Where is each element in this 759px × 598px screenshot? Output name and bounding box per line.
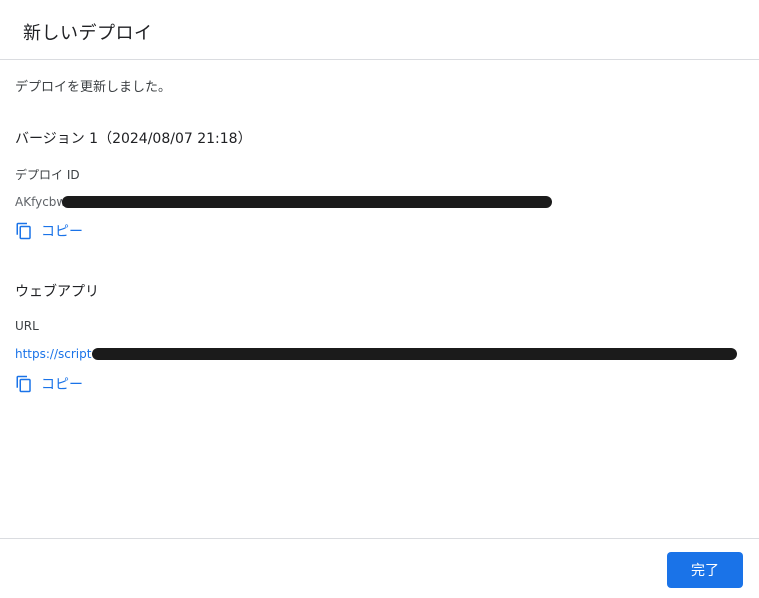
dialog-content: デプロイを更新しました。 バージョン 1（2024/08/07 21:18） デ… bbox=[0, 60, 759, 538]
deploy-id-value[interactable]: AKfycbw bbox=[15, 195, 66, 209]
status-message: デプロイを更新しました。 bbox=[15, 80, 172, 95]
copy-deploy-id-button[interactable]: コピー bbox=[15, 221, 83, 241]
deploy-dialog: 新しいデプロイ デプロイを更新しました。 バージョン 1（2024/08/07 … bbox=[0, 0, 759, 598]
deploy-id-label: デプロイ ID bbox=[15, 168, 80, 182]
copy-icon bbox=[16, 222, 31, 240]
dialog-footer: 完了 bbox=[0, 538, 759, 598]
version-label: バージョン 1（2024/08/07 21:18） bbox=[15, 131, 252, 147]
url-label: URL bbox=[15, 319, 39, 333]
done-button[interactable]: 完了 bbox=[667, 552, 743, 588]
redaction-deploy-id bbox=[62, 196, 552, 208]
redaction-url bbox=[92, 348, 737, 360]
copy-label: コピー bbox=[41, 377, 83, 393]
dialog-header: 新しいデプロイ bbox=[0, 0, 759, 60]
copy-icon bbox=[16, 375, 31, 393]
copy-label: コピー bbox=[41, 224, 83, 240]
dialog-title: 新しいデプロイ bbox=[23, 23, 153, 44]
webapp-heading: ウェブアプリ bbox=[15, 284, 99, 300]
copy-url-button[interactable]: コピー bbox=[15, 374, 83, 394]
webapp-url-link[interactable]: https://script bbox=[15, 347, 91, 361]
